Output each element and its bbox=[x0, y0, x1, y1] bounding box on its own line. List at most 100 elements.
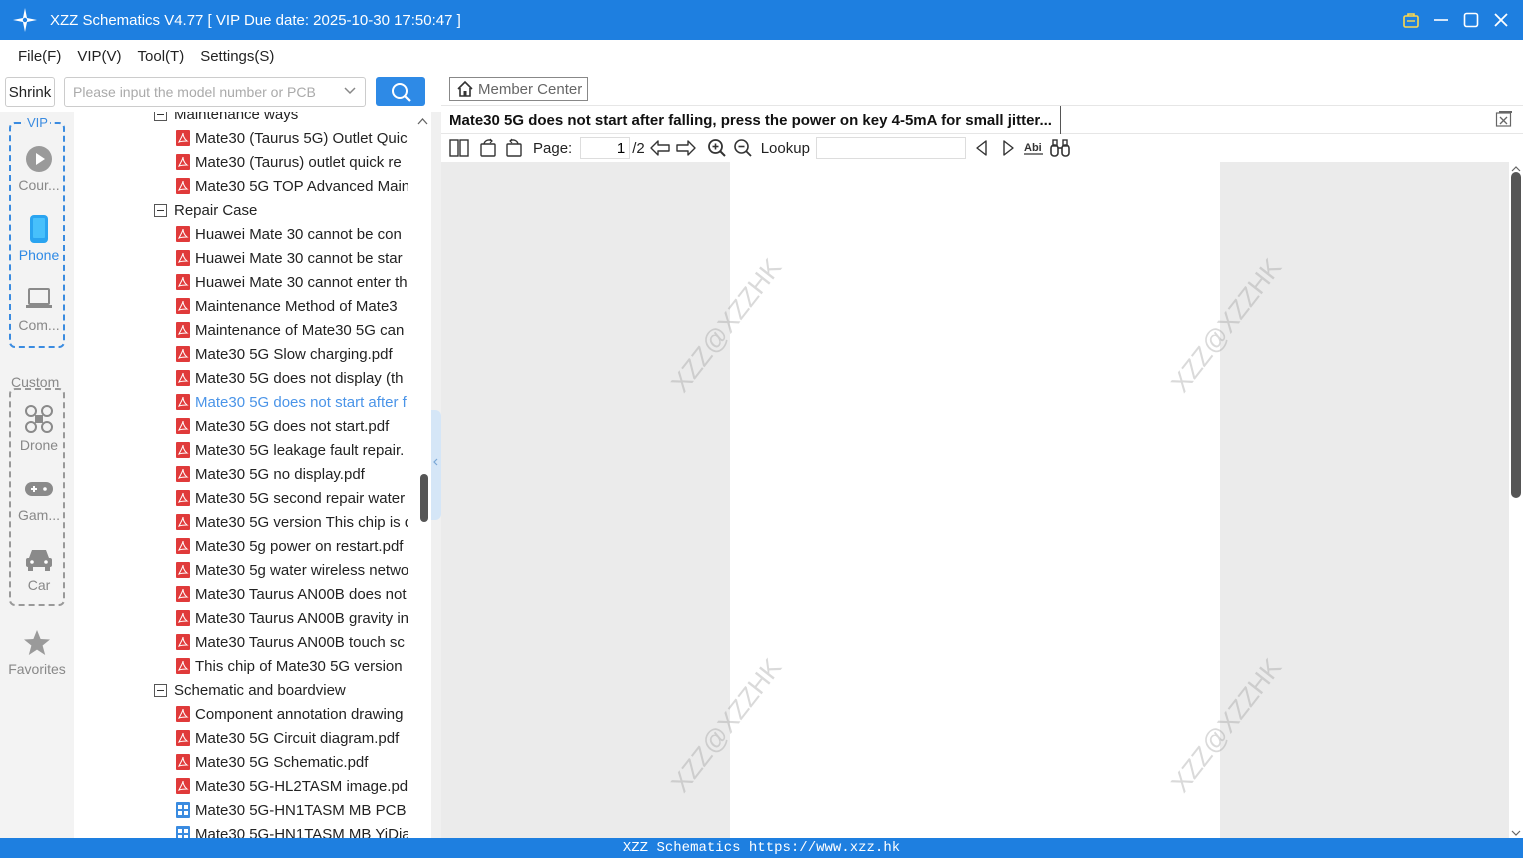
maximize-icon[interactable] bbox=[1459, 8, 1483, 32]
tree-file-item[interactable]: Mate30 5G Schematic.pdf bbox=[176, 750, 408, 774]
tree-scroll-thumb[interactable] bbox=[420, 474, 428, 522]
category-game[interactable]: Gam... bbox=[11, 474, 67, 534]
search-combobox[interactable] bbox=[64, 77, 366, 107]
category-label: Gam... bbox=[17, 507, 60, 523]
scroll-up-icon[interactable] bbox=[414, 114, 431, 128]
menu-settings[interactable]: Settings(S) bbox=[200, 48, 274, 65]
tree-file-item[interactable]: Component annotation drawing bbox=[176, 702, 408, 726]
match-case-icon[interactable]: Abi bbox=[1023, 137, 1045, 159]
status-text: XZZ Schematics https://www.xzz.hk bbox=[622, 840, 901, 856]
page-number-input[interactable] bbox=[580, 137, 631, 159]
tree-file-item[interactable]: Mate30 5G second repair water bbox=[176, 486, 408, 510]
tree-folder-repair[interactable]: Repair Case bbox=[154, 198, 257, 222]
category-drone[interactable]: Drone bbox=[11, 404, 67, 464]
zoom-out-icon[interactable] bbox=[732, 137, 754, 159]
category-phone[interactable]: Phone bbox=[11, 214, 67, 274]
vip-bag-icon[interactable] bbox=[1399, 8, 1423, 32]
file-label: Component annotation drawing bbox=[195, 705, 404, 723]
pdf-file-icon bbox=[176, 538, 190, 554]
find-previous-icon[interactable] bbox=[971, 137, 993, 159]
tree-file-item[interactable]: Mate30 5G TOP Advanced Main bbox=[176, 174, 408, 198]
category-courses[interactable]: Cour... bbox=[11, 144, 67, 204]
tree-file-item[interactable]: Mate30 5g water wireless netwo bbox=[176, 558, 408, 582]
collapse-toggle-icon[interactable] bbox=[154, 112, 167, 121]
close-tab-icon[interactable] bbox=[1495, 110, 1513, 128]
tree-file-item[interactable]: Mate30 5G does not start.pdf bbox=[176, 414, 408, 438]
pdf-file-icon bbox=[176, 226, 190, 242]
category-computer[interactable]: Com... bbox=[11, 284, 67, 344]
pdf-toolbar: Page: /2 Lookup Abi bbox=[441, 134, 1523, 162]
tree-file-item[interactable]: Mate30 5G does not start after f bbox=[176, 390, 408, 414]
pdf-viewer[interactable]: XZZ@XZZHK XZZ@XZZHK XZZ@XZZHK XZZ@XZZHK bbox=[441, 162, 1509, 838]
viewer-scroll-thumb[interactable] bbox=[1511, 172, 1521, 498]
next-page-icon[interactable] bbox=[675, 137, 697, 159]
file-label: Mate30 5g water wireless netwo bbox=[195, 561, 408, 579]
file-label: Huawei Mate 30 cannot enter th bbox=[195, 273, 408, 291]
tree-file-item[interactable]: Mate30 Taurus AN00B does not bbox=[176, 582, 408, 606]
search-input[interactable] bbox=[73, 84, 328, 100]
tree-file-item[interactable]: Mate30 5G-HN1TASM MB PCB bbox=[176, 798, 408, 822]
pdf-file-icon bbox=[176, 562, 190, 578]
gamepad-icon bbox=[24, 474, 54, 504]
category-label: Com... bbox=[18, 317, 60, 333]
tree-file-item[interactable]: Mate30 Taurus AN00B gravity in bbox=[176, 606, 408, 630]
page-label: Page: bbox=[533, 139, 573, 157]
pdf-file-icon bbox=[176, 634, 190, 650]
pdf-file-icon bbox=[176, 778, 190, 794]
category-label: Car bbox=[27, 577, 51, 593]
tree-file-item[interactable]: Mate30 5G Slow charging.pdf bbox=[176, 342, 408, 366]
folder-label: Schematic and boardview bbox=[174, 681, 346, 699]
tree-file-item[interactable]: Mate30 5G no display.pdf bbox=[176, 462, 408, 486]
close-icon[interactable] bbox=[1489, 8, 1513, 32]
lookup-input[interactable] bbox=[815, 137, 966, 159]
shrink-button[interactable]: Shrink bbox=[5, 77, 55, 107]
zoom-in-icon[interactable] bbox=[706, 137, 728, 159]
folder-label: Repair Case bbox=[174, 201, 258, 219]
menu-vip[interactable]: VIP(V) bbox=[77, 48, 121, 65]
tree-file-item[interactable]: Mate30 5G version This chip is d bbox=[176, 510, 408, 534]
tree-file-item[interactable]: Mate30 5G does not display (th bbox=[176, 366, 408, 390]
file-label: Mate30 5G Circuit diagram.pdf bbox=[195, 729, 400, 747]
previous-page-icon[interactable] bbox=[649, 137, 671, 159]
file-label: Mate30 Taurus AN00B gravity in bbox=[195, 609, 408, 627]
tree-file-item[interactable]: Mate30 5G Circuit diagram.pdf bbox=[176, 726, 408, 750]
tree-file-item[interactable]: Mate30 5G-HN1TASM MB YiDian bbox=[176, 822, 408, 838]
tree-folder-maintenance[interactable]: Maintenance ways bbox=[154, 112, 298, 126]
tree-file-item[interactable]: Mate30 Taurus AN00B touch sc bbox=[176, 630, 408, 654]
scroll-down-icon[interactable] bbox=[1509, 828, 1523, 838]
binoculars-icon[interactable] bbox=[1049, 137, 1071, 159]
two-page-view-icon[interactable] bbox=[448, 137, 470, 159]
tree-file-item[interactable]: Huawei Mate 30 cannot be con bbox=[176, 222, 408, 246]
member-center-button[interactable]: Member Center bbox=[449, 77, 588, 101]
collapse-toggle-icon[interactable] bbox=[154, 683, 167, 697]
collapse-toggle-icon[interactable] bbox=[154, 203, 167, 217]
menu-file[interactable]: File(F) bbox=[18, 48, 61, 65]
tree-folder-schematic[interactable]: Schematic and boardview bbox=[154, 678, 346, 702]
tree-file-item[interactable]: Mate30 5g power on restart.pdf bbox=[176, 534, 408, 558]
pdf-file-icon bbox=[176, 442, 190, 458]
file-label: Mate30 5G does not start.pdf bbox=[195, 417, 390, 435]
tree-file-item[interactable]: Mate30 5G-HL2TASM image.pdf bbox=[176, 774, 408, 798]
tree-file-item[interactable]: Mate30 (Taurus) outlet quick re bbox=[176, 150, 408, 174]
favorites-button[interactable]: Favorites bbox=[0, 628, 74, 677]
document-tab[interactable]: Mate30 5G does not start after falling, … bbox=[449, 106, 1061, 134]
menu-tool[interactable]: Tool(T) bbox=[138, 48, 185, 65]
category-car[interactable]: Car bbox=[11, 544, 67, 604]
tree-file-item[interactable]: Mate30 5G leakage fault repair. bbox=[176, 438, 408, 462]
collapse-panel-handle[interactable] bbox=[431, 410, 441, 520]
rotate-left-icon[interactable] bbox=[477, 137, 499, 159]
find-next-icon[interactable] bbox=[997, 137, 1019, 159]
pdf-file-icon bbox=[176, 346, 190, 362]
tree-file-item[interactable]: Maintenance of Mate30 5G can bbox=[176, 318, 408, 342]
chevron-down-icon[interactable] bbox=[343, 84, 357, 101]
tree-file-item[interactable]: Maintenance Method of Mate3 bbox=[176, 294, 408, 318]
file-label: Mate30 5G no display.pdf bbox=[195, 465, 365, 483]
tree-file-item[interactable]: Mate30 (Taurus 5G) Outlet Quick bbox=[176, 126, 408, 150]
minimize-icon[interactable] bbox=[1429, 8, 1453, 32]
member-center-label: Member Center bbox=[478, 80, 583, 98]
search-button[interactable] bbox=[376, 77, 425, 106]
tree-file-item[interactable]: Huawei Mate 30 cannot be star bbox=[176, 246, 408, 270]
rotate-right-icon[interactable] bbox=[503, 137, 525, 159]
tree-file-item[interactable]: This chip of Mate30 5G version bbox=[176, 654, 408, 678]
tree-file-item[interactable]: Huawei Mate 30 cannot enter th bbox=[176, 270, 408, 294]
